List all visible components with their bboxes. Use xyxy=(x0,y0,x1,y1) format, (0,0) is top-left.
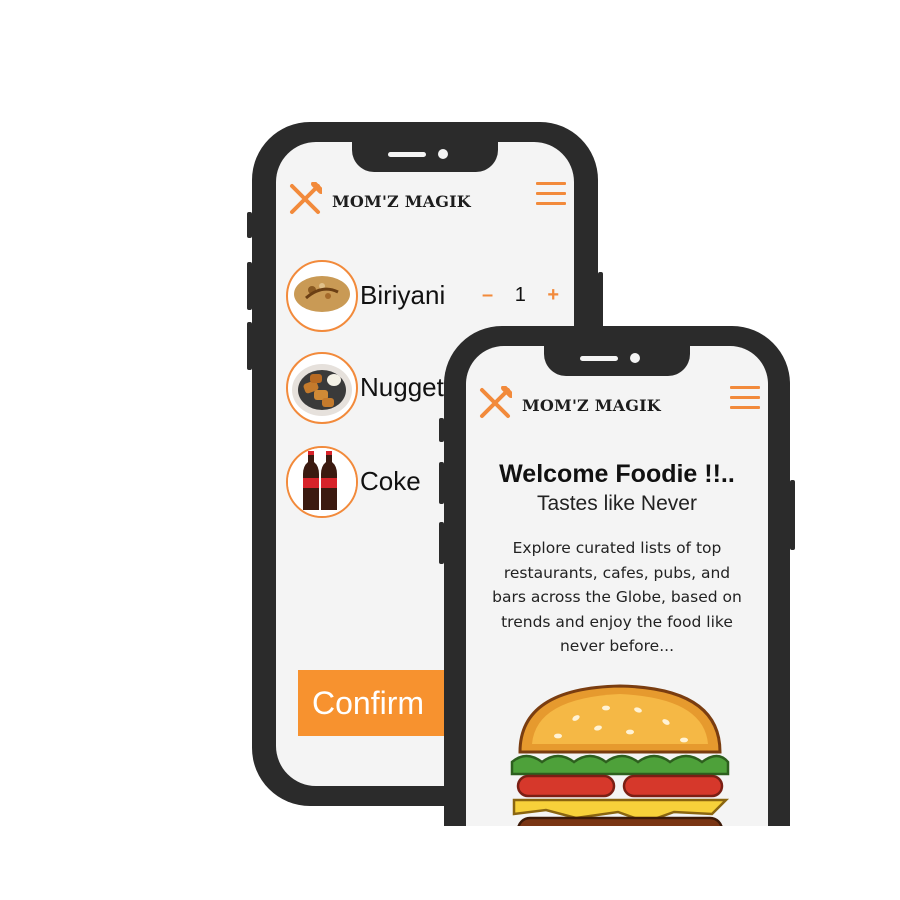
increase-button[interactable]: + xyxy=(547,284,559,306)
side-button xyxy=(439,462,444,504)
app-header: MOM'Z MAGIK xyxy=(466,386,768,426)
phone-welcome: MOM'Z MAGIK Welcome Foodie !!.. Tastes l… xyxy=(439,326,795,826)
side-button xyxy=(247,262,252,310)
side-button xyxy=(439,418,444,442)
side-button xyxy=(247,322,252,370)
speaker xyxy=(388,152,426,157)
speaker xyxy=(580,356,618,361)
fork-knife-logo-icon xyxy=(480,386,512,418)
brand-name: MOM'Z MAGIK xyxy=(522,396,661,415)
cart-item-biriyani: Biriyani – 1 + xyxy=(286,260,574,332)
welcome-subtitle: Tastes like Never xyxy=(537,492,697,515)
side-button xyxy=(247,212,252,238)
decrease-button[interactable]: – xyxy=(482,284,493,306)
welcome-title: Welcome Foodie !!.. xyxy=(499,460,735,488)
burger-illustration-icon xyxy=(510,684,730,826)
biriyani-plate-icon xyxy=(286,260,358,332)
camera xyxy=(438,149,448,159)
hamburger-menu-icon[interactable] xyxy=(536,182,566,208)
camera xyxy=(630,353,640,363)
brand-name: MOM'Z MAGIK xyxy=(332,192,471,211)
welcome-description: Explore curated lists of top restaurants… xyxy=(492,539,742,656)
fork-knife-logo-icon xyxy=(290,182,322,214)
quantity-stepper: – 1 + xyxy=(482,284,559,307)
side-button xyxy=(790,480,795,550)
quantity-value: 1 xyxy=(514,284,526,306)
coke-bottles-icon xyxy=(286,446,358,518)
welcome-screen: MOM'Z MAGIK Welcome Foodie !!.. Tastes l… xyxy=(466,346,768,826)
app-header: MOM'Z MAGIK xyxy=(276,182,574,222)
item-name: Nuggets xyxy=(360,372,457,402)
side-button xyxy=(439,522,444,564)
item-name: Coke xyxy=(360,466,421,496)
nuggets-plate-icon xyxy=(286,352,358,424)
hamburger-menu-icon[interactable] xyxy=(730,386,760,412)
notch xyxy=(544,346,690,376)
notch xyxy=(352,142,498,172)
item-name: Biriyani xyxy=(360,280,446,310)
